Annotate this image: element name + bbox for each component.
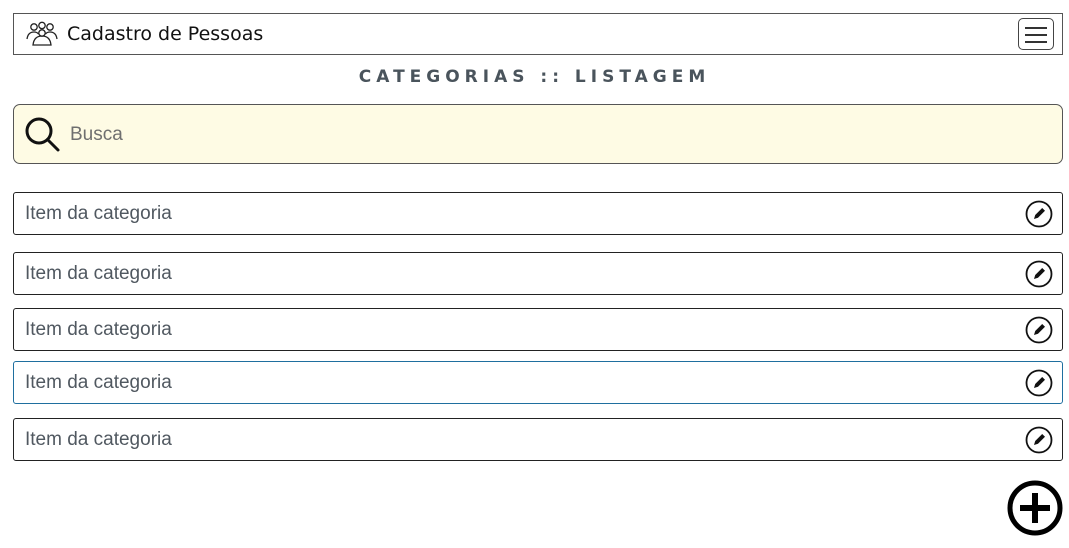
item-label: Item da categoria [25,319,172,340]
hamburger-icon-bar [1025,41,1047,43]
edit-icon[interactable] [1025,260,1053,288]
item-label: Item da categoria [25,203,172,224]
list-item[interactable]: Item da categoria [13,361,1063,404]
people-group-icon [26,21,58,46]
item-label: Item da categoria [25,263,172,284]
page-title: CATEGORIAS :: LISTAGEM [358,67,711,87]
edit-icon[interactable] [1025,426,1053,454]
edit-icon[interactable] [1025,316,1053,344]
menu-toggle-button[interactable] [1018,18,1054,50]
top-navbar: Cadastro de Pessoas [13,13,1063,55]
hamburger-icon [1025,27,1047,29]
search-box [13,104,1063,164]
item-label: Item da categoria [25,429,172,450]
item-label: Item da categoria [25,372,172,393]
search-input[interactable] [68,119,1032,151]
list-item[interactable]: Item da categoria [13,252,1063,295]
search-icon [25,117,60,152]
list-item[interactable]: Item da categoria [13,308,1063,351]
app-title[interactable]: Cadastro de Pessoas [67,23,263,45]
edit-icon[interactable] [1025,369,1053,397]
list-item[interactable]: Item da categoria [13,192,1063,235]
edit-icon[interactable] [1025,200,1053,228]
hamburger-icon-bar [1025,34,1047,36]
list-item[interactable]: Item da categoria [13,418,1063,461]
add-circle-icon[interactable] [1006,479,1064,537]
